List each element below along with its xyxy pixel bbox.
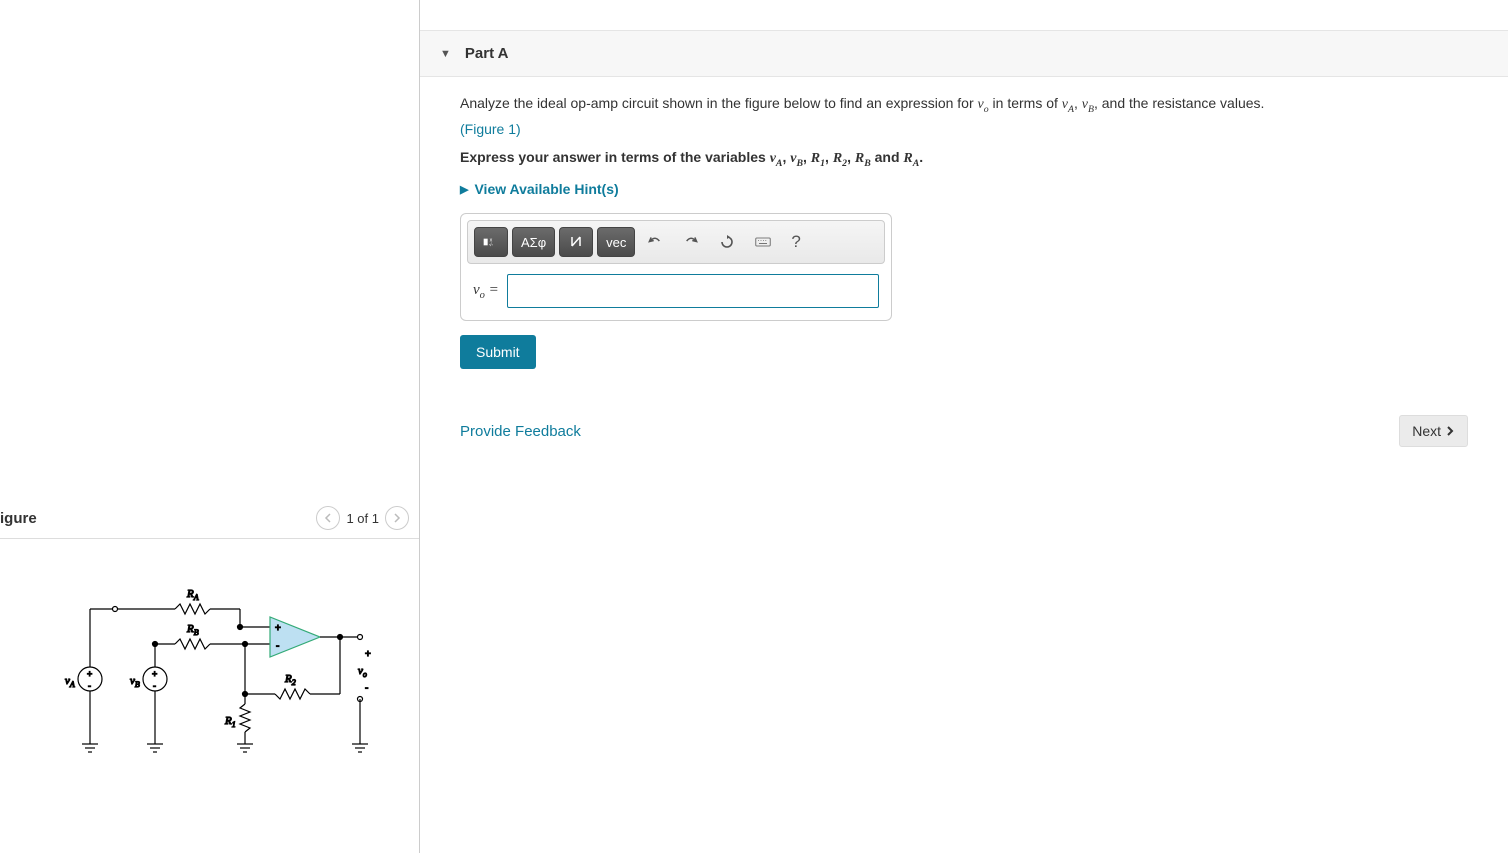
- next-button[interactable]: Next: [1399, 415, 1468, 447]
- question-prompt: Analyze the ideal op-amp circuit shown i…: [460, 93, 1468, 117]
- svg-text:R1: R1: [224, 715, 236, 729]
- subscript-button[interactable]: [559, 227, 593, 257]
- keyboard-button[interactable]: [747, 227, 779, 257]
- svg-text:-: -: [88, 681, 91, 691]
- answer-instructions: Express your answer in terms of the vari…: [460, 149, 1468, 169]
- reset-button[interactable]: [711, 227, 743, 257]
- equation-toolbar: x√▫ ΑΣφ vec: [467, 220, 885, 264]
- svg-text:+: +: [365, 649, 371, 660]
- svg-text:vo: vo: [358, 665, 367, 679]
- figure-reference-link[interactable]: (Figure 1): [460, 121, 521, 137]
- figure-panel: igure 1 of 1 vA + -: [0, 0, 420, 853]
- part-header[interactable]: ▼ Part A: [420, 30, 1508, 77]
- view-hints-toggle[interactable]: ▶ View Available Hint(s): [460, 181, 1468, 197]
- greek-symbols-button[interactable]: ΑΣφ: [512, 227, 555, 257]
- svg-text:-: -: [276, 641, 279, 652]
- svg-text:-: -: [153, 681, 156, 691]
- svg-text:vA: vA: [65, 675, 75, 689]
- figure-pagination: 1 of 1: [316, 506, 409, 530]
- submit-button[interactable]: Submit: [460, 335, 536, 369]
- figure-title: igure: [0, 510, 37, 527]
- collapse-caret-icon: ▼: [440, 48, 451, 60]
- svg-text:R2: R2: [284, 673, 296, 687]
- circuit-diagram: vA + - vB + - RA: [30, 569, 390, 789]
- svg-text:+: +: [152, 669, 157, 679]
- expand-caret-icon: ▶: [460, 183, 468, 196]
- answer-box: x√▫ ΑΣφ vec: [460, 213, 892, 321]
- figure-page-label: 1 of 1: [346, 511, 379, 526]
- svg-text:RA: RA: [186, 588, 199, 602]
- svg-text:+: +: [87, 669, 92, 679]
- figure-next-button[interactable]: [385, 506, 409, 530]
- figure-prev-button[interactable]: [316, 506, 340, 530]
- part-title: Part A: [465, 45, 509, 62]
- vector-button[interactable]: vec: [597, 227, 635, 257]
- provide-feedback-link[interactable]: Provide Feedback: [460, 423, 581, 440]
- templates-button[interactable]: x√▫: [474, 227, 508, 257]
- answer-input[interactable]: [507, 274, 879, 308]
- chevron-right-icon: [1445, 426, 1455, 436]
- redo-button[interactable]: [675, 227, 707, 257]
- help-button[interactable]: ?: [783, 227, 808, 257]
- svg-text:vB: vB: [130, 675, 140, 689]
- svg-text:-: -: [365, 683, 368, 694]
- undo-button[interactable]: [639, 227, 671, 257]
- svg-text:+: +: [275, 623, 281, 634]
- svg-text:√▫: √▫: [489, 242, 494, 247]
- svg-text:RB: RB: [186, 623, 199, 637]
- answer-variable-label: vo =: [473, 282, 499, 301]
